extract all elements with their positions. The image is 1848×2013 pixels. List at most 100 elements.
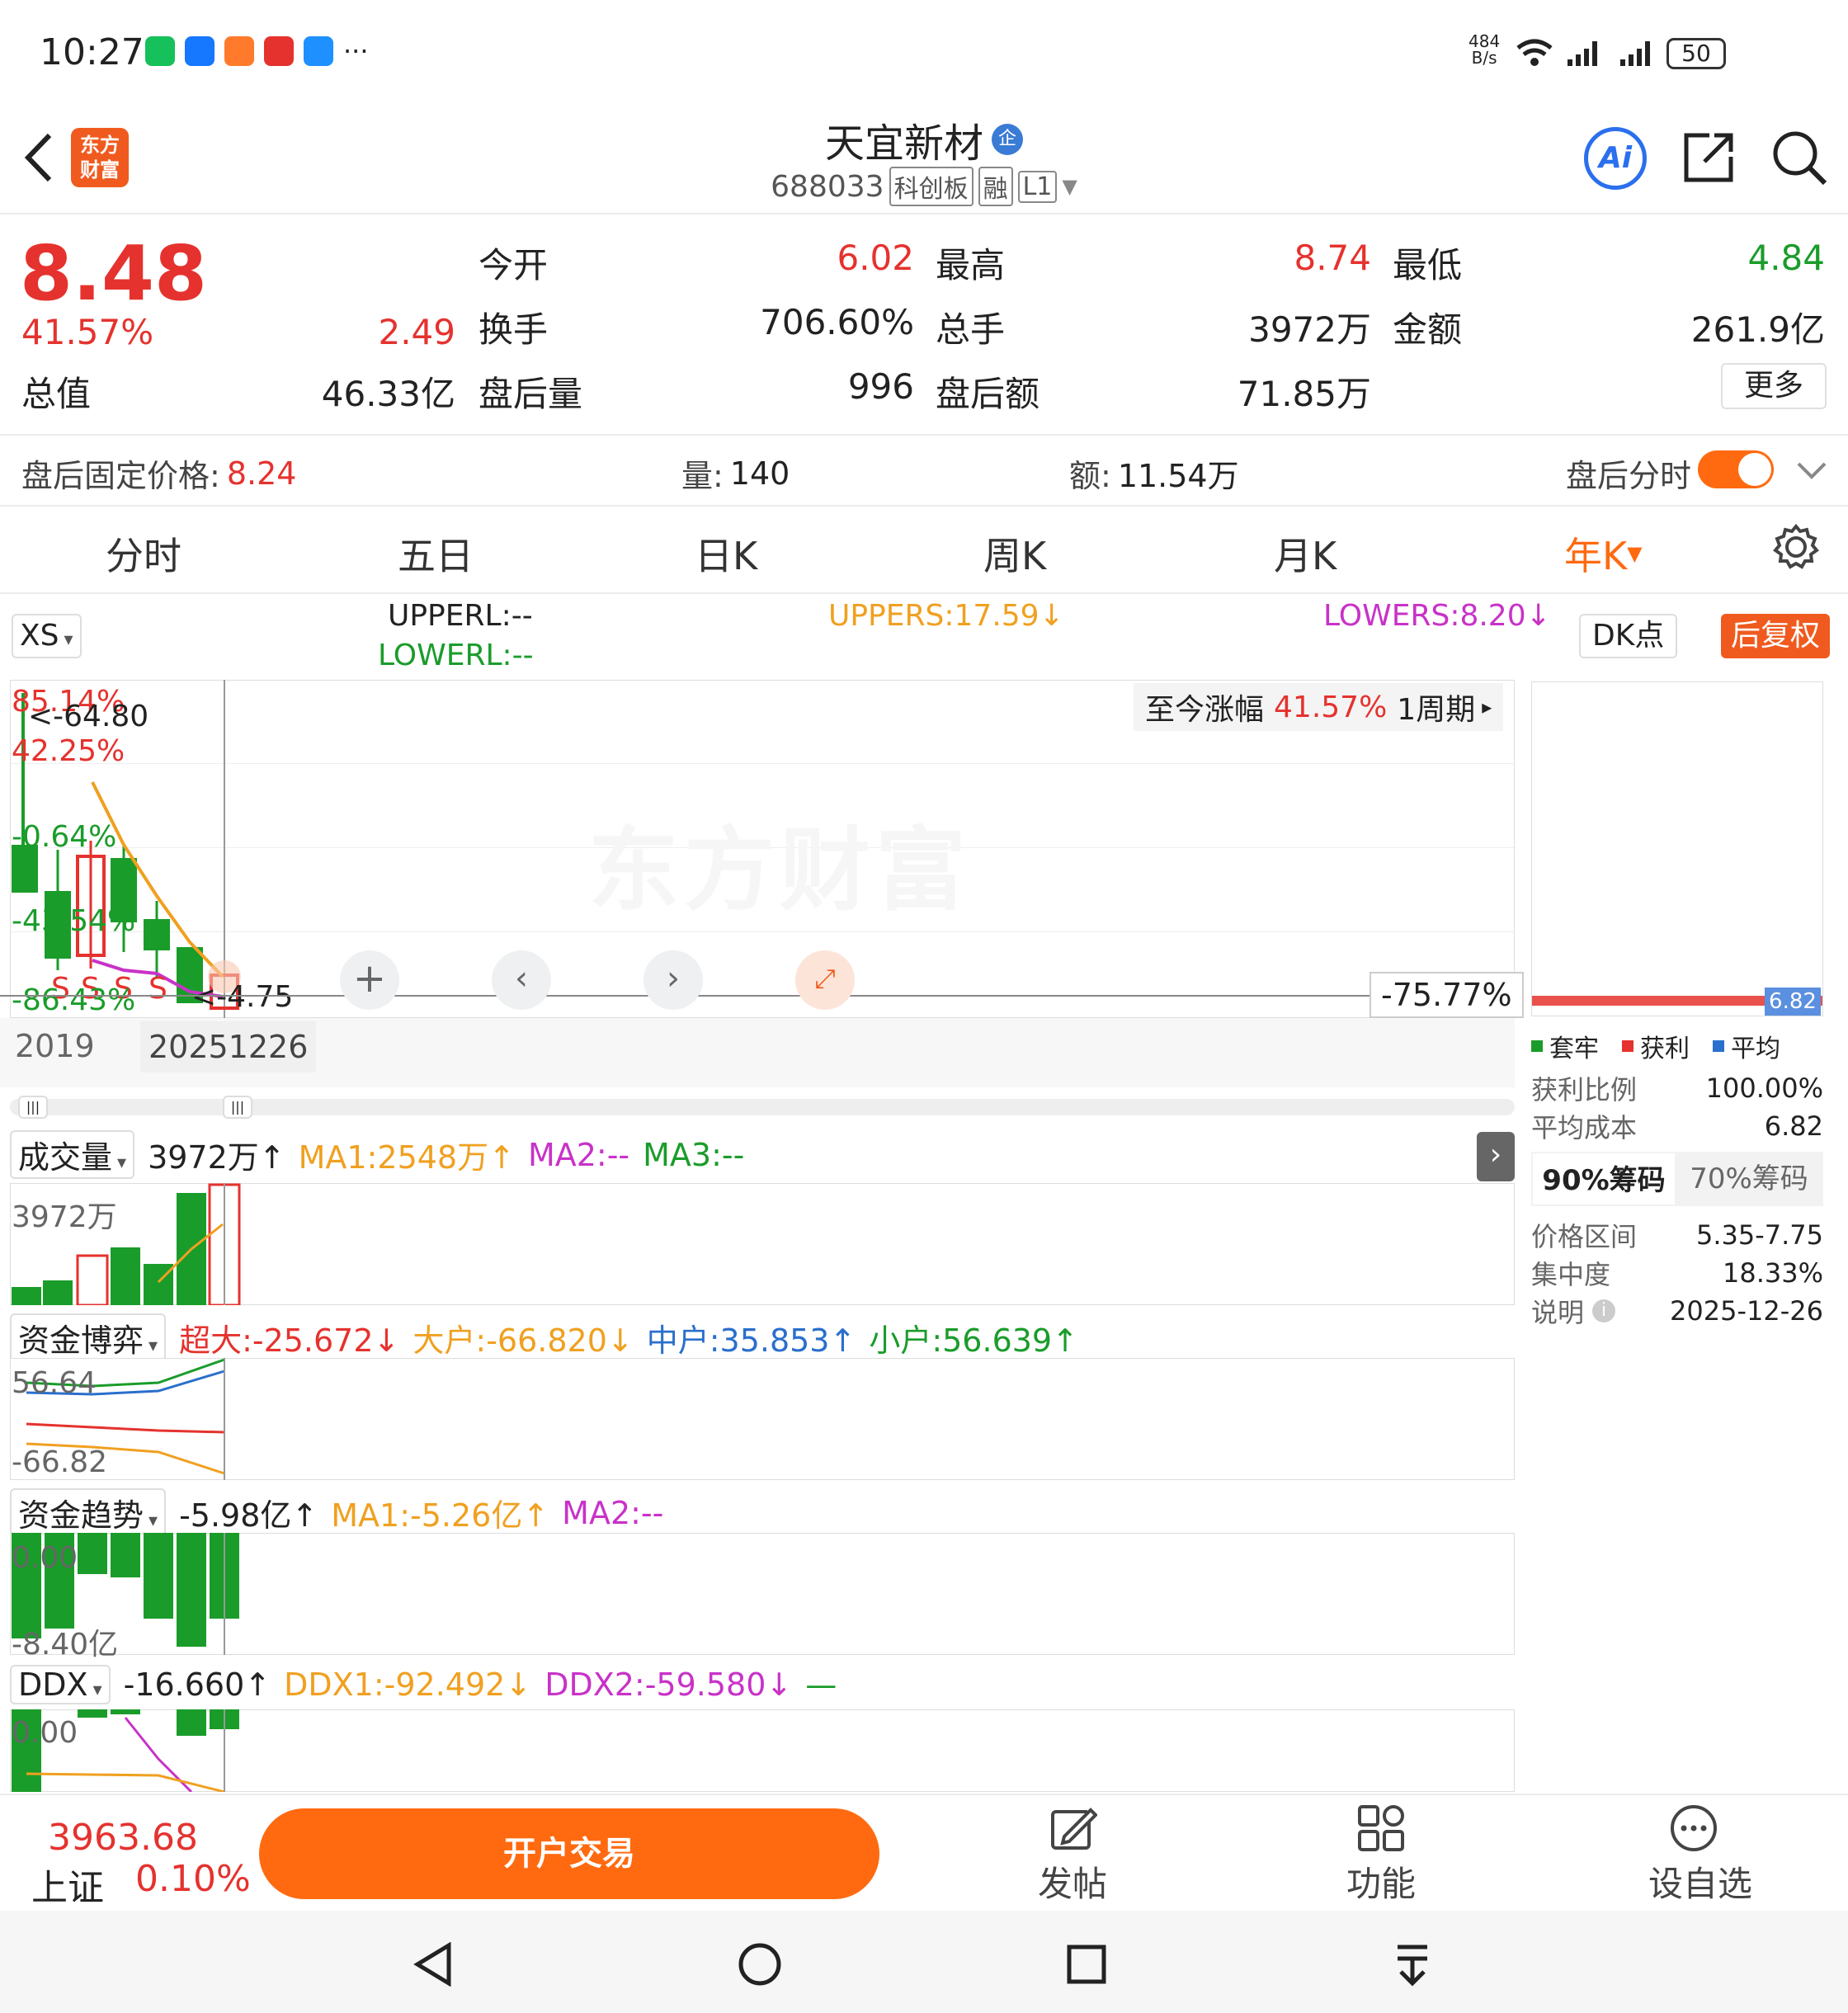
legend-profit: 获利 [1622,1028,1690,1064]
wechat-icon [145,36,175,66]
after-hours-volume: 量: 140 [681,450,790,496]
chip-stat-value: 100.00% [1705,1072,1823,1104]
chevron-down-icon[interactable] [1795,457,1828,482]
fund-game-select[interactable]: 资金博弈 [10,1313,167,1362]
range-change-box[interactable]: 至今涨幅 41.57% 1周期 ▸ [1134,683,1504,731]
fund-trend-value: -5.98亿↑ [179,1497,318,1534]
fund-super-large: 超大:-25.672↓ [179,1322,400,1359]
system-nav-bar [0,1911,1848,2013]
tab-daily-k[interactable]: 日K [695,526,757,581]
chip-detail-value: 2025-12-26 [1670,1295,1823,1327]
tab-weekly-k[interactable]: 周K [983,526,1046,581]
net-speed: 484 B/s [1468,33,1500,66]
toggle-knob [1738,453,1771,486]
after-hours-amount-label: 额: [1069,458,1111,494]
chip-detail-label: 说明 i [1531,1292,1616,1330]
turnover-value: 706.60% [760,302,914,342]
tab-chip-90[interactable]: 90%筹码 [1531,1152,1676,1206]
nav-back-icon[interactable] [412,1942,454,1987]
wifi-icon [1516,39,1553,66]
after-volume-label: 盘后量 [478,374,583,414]
y-axis-label: 42.25% [12,734,125,768]
legend-swatch [1531,1040,1543,1052]
nav-home-icon[interactable] [738,1942,782,1987]
ddx2-value: DDX2:-59.580↓ [544,1666,793,1703]
index-value[interactable]: 3963.68 [48,1817,198,1859]
ai-button[interactable]: Ai [1584,127,1647,190]
chevron-right-button[interactable]: › [644,950,703,1010]
stock-code-line[interactable]: 688033 科创板 融 L1 ▼ [0,167,1848,206]
post-button[interactable]: 发帖 [1031,1803,1114,1907]
legend-label: 套牢 [1549,1035,1599,1063]
volume-ma3: MA3:-- [643,1136,745,1173]
volume-ma1: MA1:2548万↑ [298,1139,515,1176]
alipay-icon [185,36,214,66]
chip-stat-label: 获利比例 [1531,1074,1638,1106]
tab-minute[interactable]: 分时 [106,526,182,581]
nav-recents-icon[interactable] [1066,1944,1107,1985]
volume-indicator-select[interactable]: 成交量 [10,1130,135,1179]
chip-tabs: 90%筹码 70%筹码 [1531,1152,1823,1206]
fund-trend-bar [144,1533,173,1619]
range-period: 1周期 [1397,693,1476,727]
ddx-bar [177,1709,206,1736]
chevron-down-icon: ▼ [1062,175,1077,198]
after-hours-price: 盘后固定价格: 8.24 [21,450,296,496]
sell-marker: S [148,972,167,1006]
uppers-value: UPPERS:17.59↓ [828,599,1064,633]
search-icon[interactable] [1770,129,1828,186]
chip-distribution-chart[interactable]: 6.82 [1531,681,1823,1016]
legend-trapped: 套牢 [1531,1028,1599,1064]
dk-point-button[interactable]: DK点 [1579,614,1678,658]
tab-five-day[interactable]: 五日 [398,526,474,581]
change-amount: 2.49 [378,312,455,352]
y-axis-label: -0.64% [12,820,117,854]
legend-swatch [1713,1040,1724,1052]
after-hours-toggle[interactable] [1698,450,1774,488]
after-amount-value: 71.85万 [1237,374,1371,414]
low-label: 最低 [1393,245,1463,285]
settings-gear-icon[interactable] [1772,523,1820,571]
nav-menu-icon[interactable] [1394,1942,1431,1987]
x-axis-cursor-date: 20251226 [140,1021,317,1072]
chip-stat-row: 平均成本 6.82 [1531,1107,1823,1145]
caret-down-icon: ▼ [1627,542,1643,565]
functions-button[interactable]: 功能 [1340,1803,1422,1907]
tab-monthly-k[interactable]: 月K [1274,526,1336,581]
add-watchlist-button[interactable]: 设自选 [1648,1803,1752,1907]
info-icon[interactable]: i [1592,1299,1616,1322]
ddx3-value: — [805,1666,837,1703]
expand-panel-button[interactable]: › [1477,1132,1515,1181]
volume-bar [43,1280,73,1305]
fullscreen-icon[interactable]: ⤢ [795,950,855,1010]
legend-swatch [1622,1040,1634,1052]
chip-detail-label: 集中度 [1531,1259,1611,1290]
upperl-value: UPPERL:-- [388,599,533,633]
after-hours-toggle-label: 盘后分时 [1566,458,1692,494]
lowers-value: LOWERS:8.20↓ [1323,599,1551,633]
fund-trend-min-label: -8.40亿 [12,1628,119,1662]
tab-yearly-k[interactable]: 年K ▼ [1564,526,1643,581]
fund-trend-select[interactable]: 资金趋势 [10,1488,167,1537]
zoom-in-button[interactable]: + [340,950,399,1010]
scroll-handle-left[interactable]: ||| [18,1096,48,1119]
scroll-handle-right[interactable]: ||| [223,1096,252,1119]
tab-chip-70[interactable]: 70%筹码 [1676,1152,1822,1206]
range-scrollbar[interactable]: ||| ||| [10,1096,1515,1119]
app-icon [224,36,254,66]
more-circle-icon [1671,1805,1717,1851]
y-axis-label: -43.54% [12,904,136,938]
ddx-select[interactable]: DDX [10,1665,111,1704]
amount-label: 金额 [1393,309,1463,350]
adjust-mode-button[interactable]: 后复权 [1721,614,1831,658]
chevron-left-button[interactable]: ‹ [492,950,551,1010]
volume-bar [12,1287,41,1305]
more-button[interactable]: 更多 [1721,363,1827,409]
stock-code: 688033 [771,169,884,204]
high-value: 8.74 [1294,238,1371,278]
post-label: 发帖 [1037,1864,1107,1904]
share-icon[interactable] [1681,130,1736,185]
indicator-select[interactable]: XS [12,614,82,658]
open-account-trade-button[interactable]: 开户交易 [259,1808,879,1899]
market-cap-label: 总值 [21,374,92,414]
